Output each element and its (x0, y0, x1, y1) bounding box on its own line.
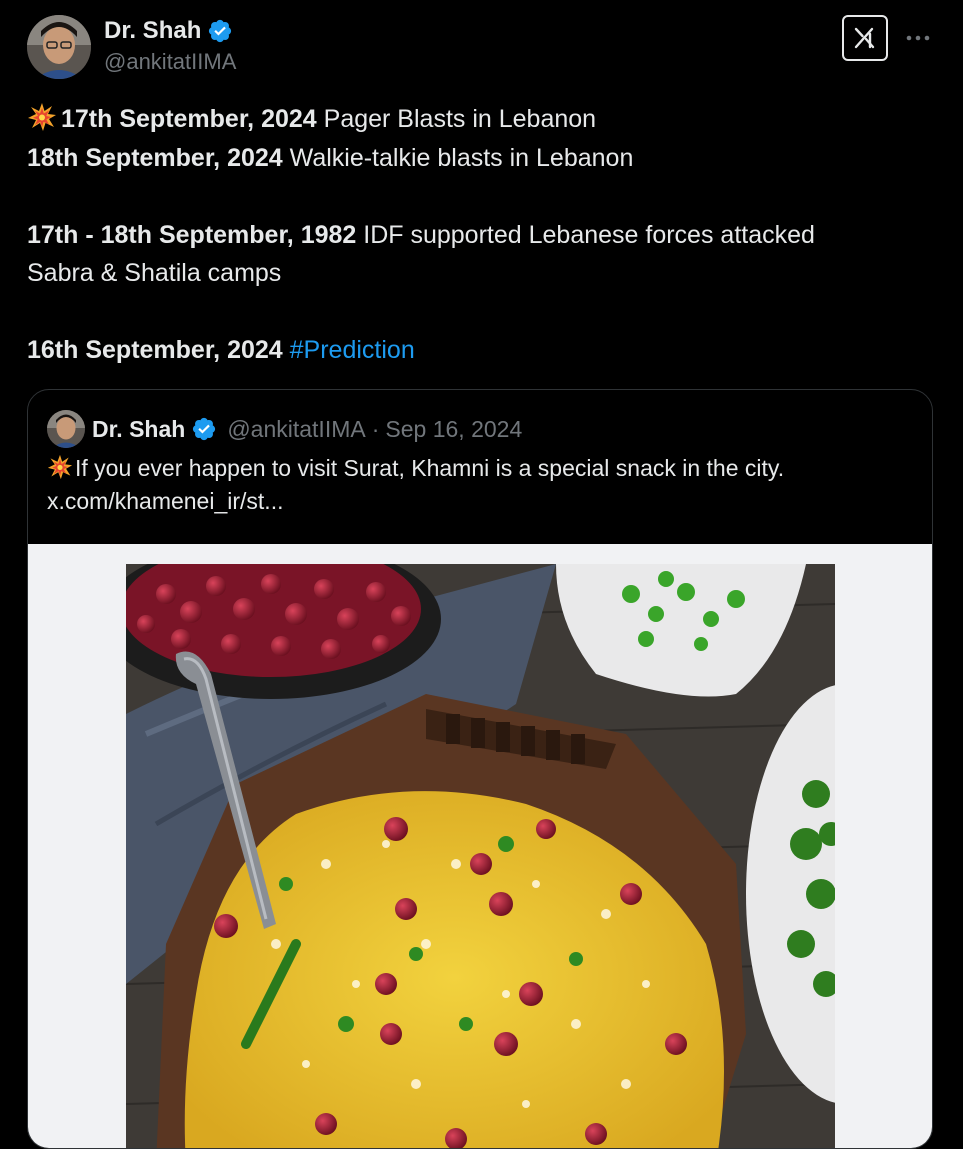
verified-badge-icon[interactable] (191, 416, 217, 442)
author-avatar-image (27, 15, 91, 79)
tweet-date-3: 17th - 18th September, 1982 (27, 220, 357, 249)
author-display-name[interactable]: Dr. Shah (104, 16, 201, 46)
tweet-event-3: IDF supported Lebanese forces attacked (356, 220, 815, 249)
author-avatar[interactable] (27, 15, 91, 79)
tweet-date-2: 18th September, 2024 (27, 143, 283, 172)
food-photo (126, 564, 835, 1148)
more-options-button[interactable] (902, 22, 934, 54)
quoted-author-avatar[interactable] (47, 410, 85, 448)
collision-emoji-icon (27, 102, 57, 132)
quoted-author-avatar-image (47, 410, 85, 448)
quoted-display-name[interactable]: Dr. Shah (92, 414, 185, 444)
tweet-date-4: 16th September, 2024 (27, 336, 283, 364)
tweet-line-3: 17th - 18th September, 1982 IDF supporte… (27, 216, 927, 255)
author-handle[interactable]: @ankitatIIMA (104, 48, 236, 76)
tweet-line-5: 16th September, 2024 #Prediction (27, 331, 927, 370)
tweet-event-3-continued: Sabra & Shatila camps (27, 259, 282, 287)
quoted-tweet-card[interactable]: Dr. Shah @ankitatIIMA · Sep 16, 2024 If … (27, 389, 933, 1149)
quoted-separator: · (371, 416, 380, 442)
quoted-handle[interactable]: @ankitatIIMA (227, 414, 365, 444)
tweet-line-1: 17th September, 2024 Pager Blasts in Leb… (27, 100, 927, 139)
tweet-line-4: Sabra & Shatila camps (27, 254, 927, 293)
quoted-date[interactable]: Sep 16, 2024 (385, 414, 522, 444)
grok-button[interactable] (842, 15, 888, 61)
hashtag-link[interactable]: #Prediction (290, 336, 415, 364)
grok-icon (854, 27, 875, 49)
tweet-date-1: 17th September, 2024 (61, 105, 317, 133)
author-name-row[interactable]: Dr. Shah (104, 16, 233, 46)
more-horizontal-icon (906, 35, 930, 41)
tweet-event-2: Walkie-talkie blasts in Lebanon (282, 143, 634, 172)
verified-badge-icon[interactable] (207, 18, 233, 44)
tweet-text: 17th September, 2024 Pager Blasts in Leb… (27, 100, 927, 370)
quoted-link[interactable]: x.com/khamenei_ir/st... (47, 485, 907, 518)
quoted-text: If you ever happen to visit Surat, Khamn… (47, 452, 907, 518)
quoted-media-image[interactable] (126, 564, 835, 1148)
quoted-header: Dr. Shah @ankitatIIMA · Sep 16, 2024 (92, 414, 522, 444)
collision-emoji-icon (47, 454, 73, 480)
quoted-media-frame[interactable] (28, 544, 932, 1148)
quoted-text-body: If you ever happen to visit Surat, Khamn… (75, 455, 785, 481)
tweet-line-2: 18th September, 2024 Walkie-talkie blast… (27, 139, 927, 178)
tweet-event-1: Pager Blasts in Lebanon (316, 105, 597, 133)
